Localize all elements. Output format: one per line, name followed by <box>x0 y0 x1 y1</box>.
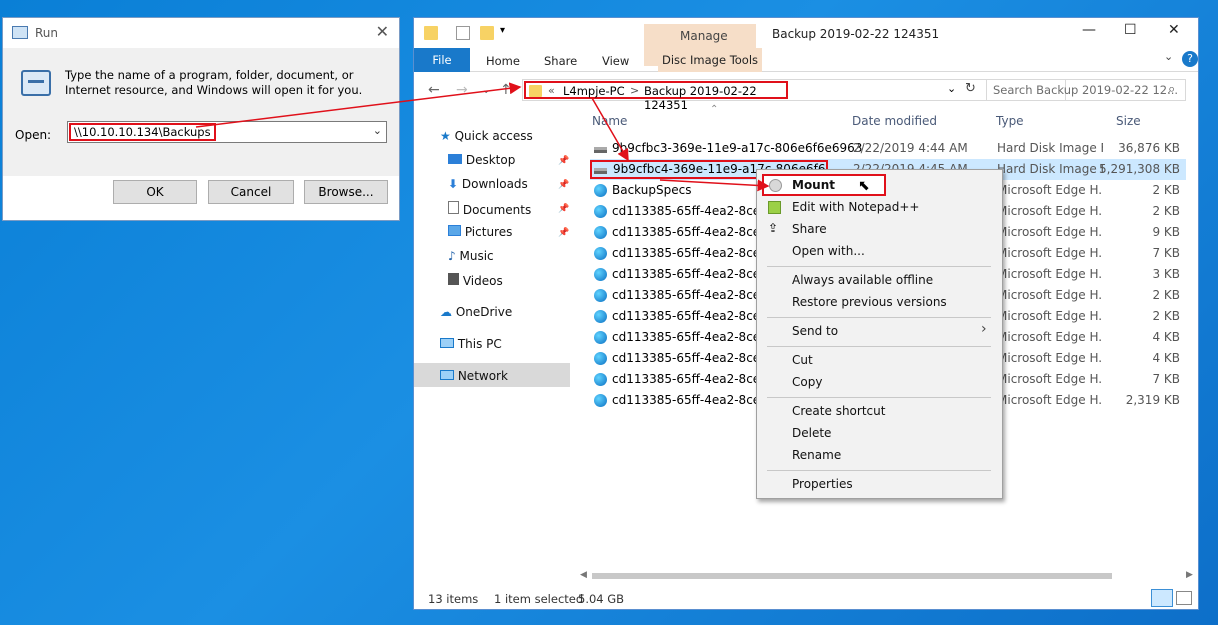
arrow-address-to-file <box>591 97 629 162</box>
annotation-arrows <box>195 82 770 192</box>
arrow-file-to-mount <box>659 179 770 192</box>
arrow-run-to-address <box>195 82 522 128</box>
